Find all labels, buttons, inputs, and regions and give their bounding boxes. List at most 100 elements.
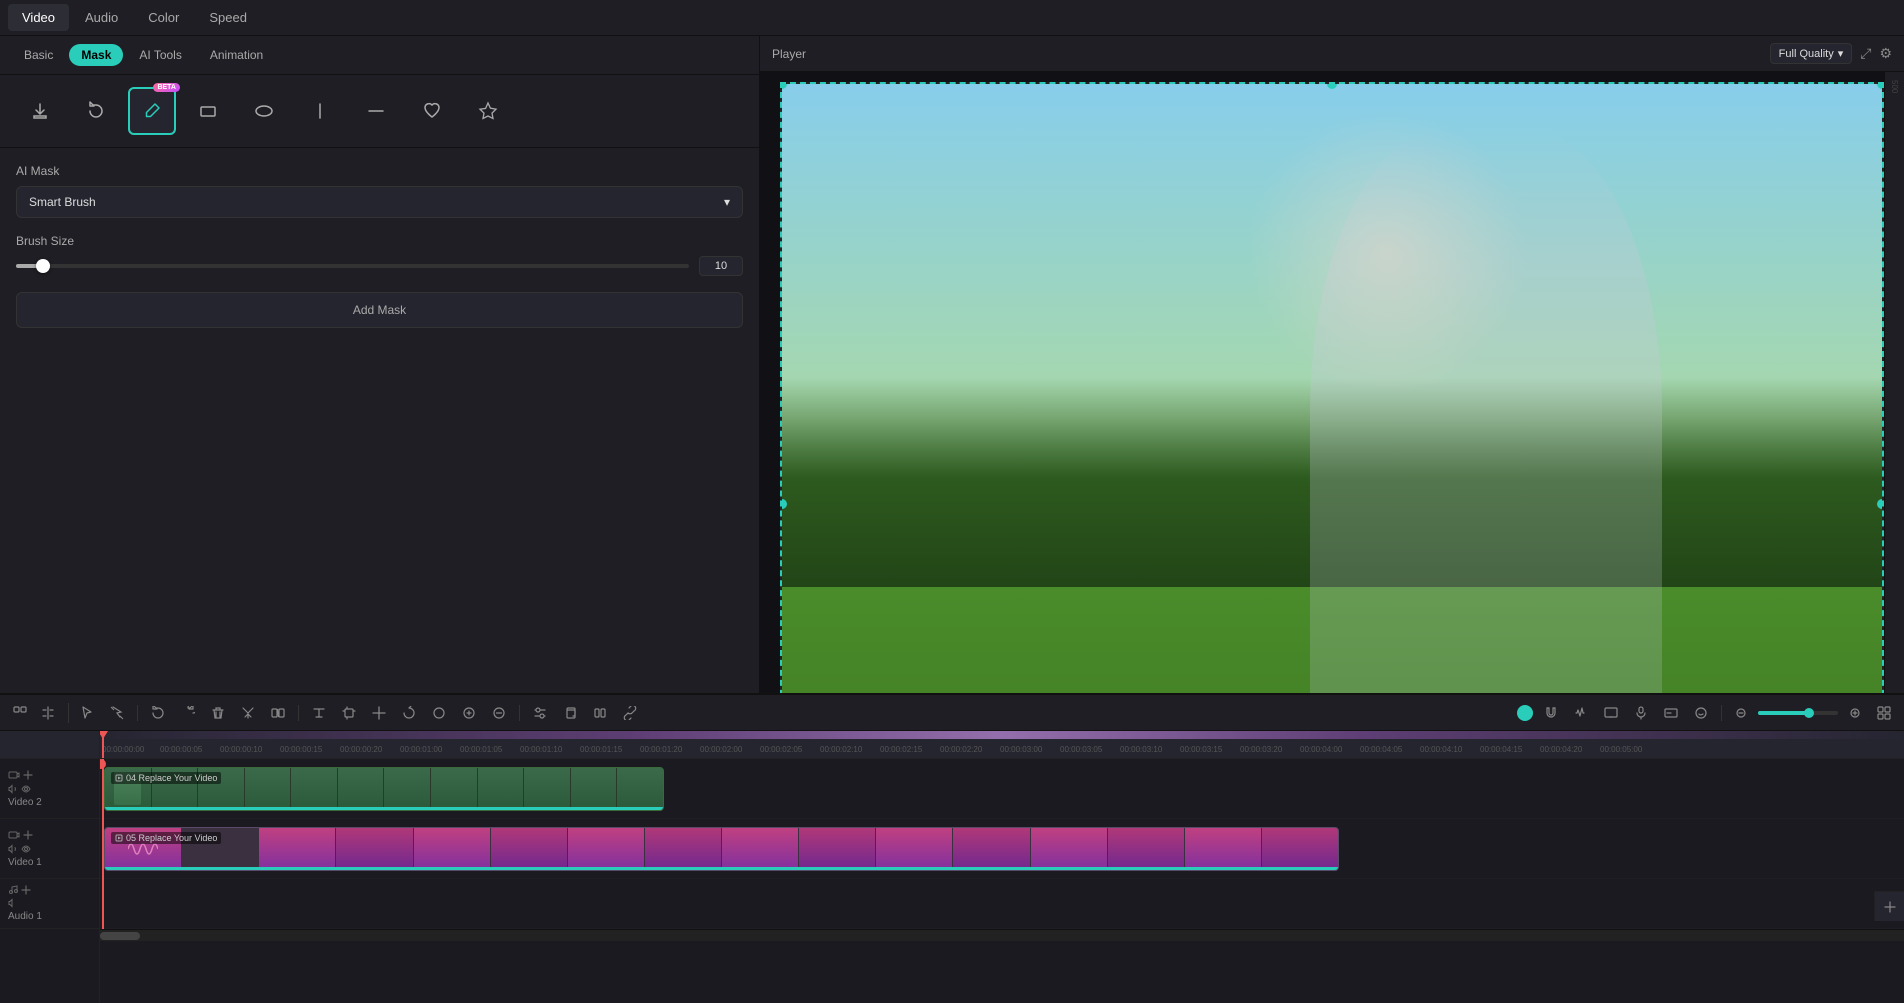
track-camera-icon-v1[interactable] bbox=[8, 829, 20, 844]
track-labels: Video 2 bbox=[0, 731, 100, 1003]
tl-layers[interactable] bbox=[588, 703, 612, 723]
tl-minus-circle[interactable] bbox=[487, 703, 511, 723]
tl-redo[interactable] bbox=[176, 703, 200, 723]
add-track-bottom-button[interactable] bbox=[1874, 891, 1904, 921]
ruler-time-24: 00:00:04:20 bbox=[1540, 745, 1582, 754]
ruler-time-6: 00:00:01:05 bbox=[460, 745, 502, 754]
tl-crop[interactable] bbox=[337, 703, 361, 723]
mask-tool-heart[interactable] bbox=[408, 87, 456, 135]
quality-chevron-icon: ▾ bbox=[1838, 47, 1844, 60]
video2-clip[interactable]: 04 Replace Your Video bbox=[104, 767, 664, 811]
expand-icon[interactable]: ⤢ bbox=[1860, 45, 1871, 62]
timeline-body: Video 2 bbox=[0, 731, 1904, 1003]
tl-caption[interactable] bbox=[1659, 703, 1683, 723]
slider-thumb[interactable] bbox=[36, 259, 50, 273]
tl-cut[interactable] bbox=[236, 703, 260, 723]
smart-brush-dropdown[interactable]: Smart Brush ▾ bbox=[16, 186, 743, 218]
tl-adjust[interactable] bbox=[528, 703, 552, 723]
tl-mic[interactable] bbox=[1629, 703, 1653, 723]
tl-rotate[interactable] bbox=[397, 703, 421, 723]
v1-thumb-12 bbox=[953, 828, 1029, 870]
tab-video[interactable]: Video bbox=[8, 4, 69, 31]
brush-size-row: 10 bbox=[16, 256, 743, 276]
tab-basic[interactable]: Basic bbox=[12, 44, 65, 66]
ruler-time-19: 00:00:03:20 bbox=[1240, 745, 1282, 754]
v1-thumb-9 bbox=[722, 828, 798, 870]
track-eye-icon-v2[interactable] bbox=[21, 784, 31, 797]
mask-tool-rectangle[interactable] bbox=[184, 87, 232, 135]
track-eye-icon-v1[interactable] bbox=[21, 844, 31, 857]
a1-icons bbox=[8, 885, 42, 898]
tab-color[interactable]: Color bbox=[134, 4, 193, 31]
tl-split[interactable] bbox=[266, 703, 290, 723]
mid-dot-right bbox=[1877, 499, 1884, 509]
mask-tool-ellipse[interactable] bbox=[240, 87, 288, 135]
tl-grid-btn[interactable] bbox=[1872, 703, 1896, 723]
split-view-button[interactable] bbox=[36, 703, 60, 723]
quality-select[interactable]: Full Quality ▾ bbox=[1770, 43, 1853, 64]
mask-tool-star[interactable] bbox=[464, 87, 512, 135]
timeline-scrollbar[interactable] bbox=[100, 929, 1904, 941]
chevron-down-icon: ▾ bbox=[724, 195, 730, 209]
mask-tool-smartbrush[interactable]: BETA bbox=[128, 87, 176, 135]
tl-delete[interactable] bbox=[206, 703, 230, 723]
track-add-icon-a1[interactable] bbox=[21, 885, 31, 898]
track-speaker-icon-a1[interactable] bbox=[8, 898, 42, 911]
tab-speed[interactable]: Speed bbox=[195, 4, 261, 31]
brush-size-slider[interactable] bbox=[16, 264, 689, 268]
v1-thumb-16 bbox=[1262, 828, 1338, 870]
tl-tool-select[interactable] bbox=[105, 703, 129, 723]
ruler-spacer bbox=[0, 731, 99, 759]
tl-magnet[interactable] bbox=[1539, 703, 1563, 723]
tl-tool-cursor[interactable] bbox=[75, 703, 99, 723]
zoom-thumb[interactable] bbox=[1804, 708, 1814, 718]
add-mask-button[interactable]: Add Mask bbox=[16, 292, 743, 328]
quality-label: Full Quality bbox=[1779, 48, 1834, 60]
track-add-icon-v2[interactable] bbox=[23, 770, 33, 783]
tab-ai-tools[interactable]: AI Tools bbox=[127, 44, 193, 66]
mask-tool-import[interactable] bbox=[16, 87, 64, 135]
timeline-section: Video 2 bbox=[0, 693, 1904, 1003]
scroll-thumb[interactable] bbox=[100, 932, 140, 940]
tl-add[interactable] bbox=[367, 703, 391, 723]
v1-controls bbox=[8, 844, 42, 857]
mask-tool-undo[interactable] bbox=[72, 87, 120, 135]
mask-tool-hline[interactable] bbox=[352, 87, 400, 135]
zoom-out-button[interactable] bbox=[1730, 704, 1752, 722]
track-add-icon-v1[interactable] bbox=[23, 830, 33, 843]
v2-icons bbox=[8, 769, 42, 784]
tl-undo[interactable] bbox=[146, 703, 170, 723]
track-camera-icon-v2[interactable] bbox=[8, 769, 20, 784]
tab-mask[interactable]: Mask bbox=[69, 44, 123, 66]
v1-thumb-14 bbox=[1108, 828, 1184, 870]
v1-thumb-4 bbox=[336, 828, 412, 870]
track-label-audio1: Audio 1 bbox=[0, 879, 99, 929]
v1-thumb-3 bbox=[259, 828, 335, 870]
settings-icon[interactable]: ⚙ bbox=[1879, 45, 1892, 62]
track-label-video1: Video 1 bbox=[0, 819, 99, 879]
zoom-slider[interactable] bbox=[1758, 711, 1838, 715]
tl-sticker[interactable] bbox=[1689, 703, 1713, 723]
tab-animation[interactable]: Animation bbox=[198, 44, 275, 66]
brush-size-value[interactable]: 10 bbox=[699, 256, 743, 276]
ruler-time-13: 00:00:02:15 bbox=[880, 745, 922, 754]
record-active-button[interactable] bbox=[1517, 705, 1533, 721]
track-speaker-icon-v1[interactable] bbox=[8, 844, 18, 857]
player-icons: ⤢ ⚙ bbox=[1860, 45, 1892, 62]
track-speaker-icon-v2[interactable] bbox=[8, 784, 18, 797]
tl-circle[interactable] bbox=[427, 703, 451, 723]
tl-plus-circle[interactable] bbox=[457, 703, 481, 723]
dropdown-value: Smart Brush bbox=[29, 195, 96, 209]
tl-text[interactable] bbox=[307, 703, 331, 723]
tl-link[interactable] bbox=[618, 703, 642, 723]
tl-screen[interactable] bbox=[1599, 703, 1623, 723]
tl-copy[interactable] bbox=[558, 703, 582, 723]
tl-audio-wave[interactable] bbox=[1569, 703, 1593, 723]
track-music-icon-a1[interactable] bbox=[8, 885, 18, 898]
ruler-time-20: 00:00:04:00 bbox=[1300, 745, 1342, 754]
mask-tool-vline[interactable] bbox=[296, 87, 344, 135]
video1-clip[interactable]: 05 Replace Your Video bbox=[104, 827, 1339, 871]
add-track-button[interactable] bbox=[8, 703, 32, 723]
tab-audio[interactable]: Audio bbox=[71, 4, 132, 31]
zoom-in-button[interactable] bbox=[1844, 704, 1866, 722]
